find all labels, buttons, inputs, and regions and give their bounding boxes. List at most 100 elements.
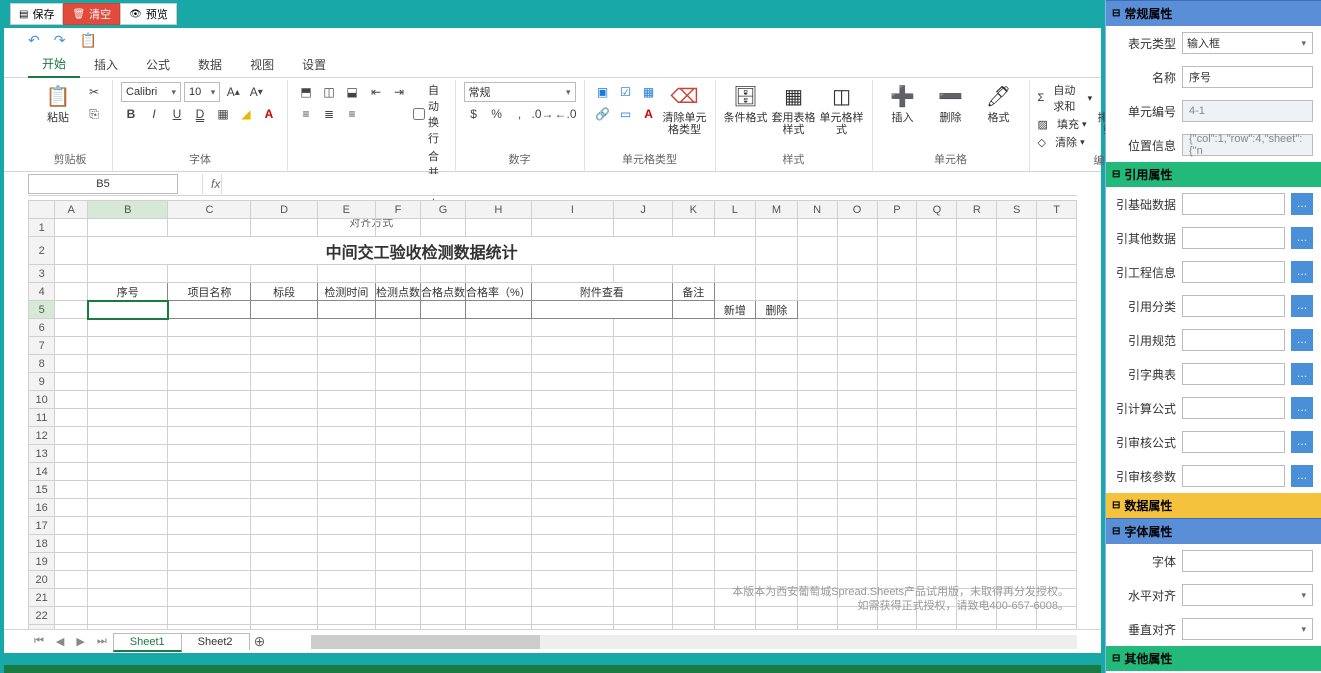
cell[interactable] — [420, 337, 465, 355]
cell[interactable] — [917, 319, 957, 337]
cell[interactable] — [251, 625, 317, 630]
cell[interactable] — [837, 607, 877, 625]
cell[interactable] — [317, 427, 375, 445]
cell[interactable] — [756, 463, 798, 481]
cell[interactable] — [837, 265, 877, 283]
cell[interactable] — [957, 445, 997, 463]
align-middle-button[interactable]: ◫ — [319, 82, 339, 102]
cell[interactable] — [55, 427, 88, 445]
col-header-D[interactable]: D — [251, 201, 317, 219]
celltype-d-icon[interactable]: 🔗 — [593, 104, 613, 124]
cell[interactable] — [714, 391, 756, 409]
col-header-C[interactable]: C — [168, 201, 251, 219]
cell[interactable] — [531, 481, 613, 499]
cell[interactable] — [251, 553, 317, 571]
col-header-N[interactable]: N — [797, 201, 837, 219]
cell[interactable] — [55, 553, 88, 571]
cell[interactable] — [251, 373, 317, 391]
cell[interactable] — [168, 481, 251, 499]
cell[interactable] — [317, 607, 375, 625]
cell[interactable] — [375, 391, 420, 409]
cell[interactable] — [957, 499, 997, 517]
cell[interactable] — [957, 373, 997, 391]
cell[interactable] — [756, 219, 798, 237]
cond-format-button[interactable]: 🗄条件格式 — [724, 82, 768, 124]
ref-browse-6[interactable]: … — [1291, 397, 1313, 419]
sheet-nav-first[interactable]: ⏮ — [28, 635, 50, 648]
celltype-c-icon[interactable]: ▦ — [639, 82, 659, 102]
delete-row-button[interactable]: 删除 — [756, 301, 798, 319]
cell[interactable] — [88, 319, 168, 337]
ribbon-tab-2[interactable]: 公式 — [132, 52, 184, 77]
cell[interactable] — [251, 319, 317, 337]
cell[interactable] — [917, 517, 957, 535]
cell[interactable] — [877, 517, 917, 535]
cell[interactable] — [168, 571, 251, 589]
cell[interactable] — [420, 409, 465, 427]
cell[interactable] — [673, 319, 715, 337]
ribbon-tab-3[interactable]: 数据 — [184, 52, 236, 77]
ref-browse-3[interactable]: … — [1291, 295, 1313, 317]
cell[interactable] — [317, 219, 375, 237]
cell[interactable] — [917, 391, 957, 409]
paste-button[interactable]: 📋 粘贴 — [36, 82, 80, 124]
cell[interactable] — [957, 427, 997, 445]
cell[interactable] — [1037, 445, 1077, 463]
cell[interactable] — [837, 337, 877, 355]
grow-font-button[interactable]: A▴ — [223, 82, 243, 102]
cell[interactable] — [375, 409, 420, 427]
cell[interactable] — [375, 499, 420, 517]
cell[interactable] — [375, 427, 420, 445]
sheet-tab-0[interactable]: Sheet1 — [113, 633, 182, 652]
cell[interactable] — [997, 445, 1037, 463]
cell[interactable] — [756, 607, 798, 625]
paste-small-button[interactable]: 📋 — [79, 32, 96, 49]
cell[interactable] — [614, 445, 673, 463]
ref-input-0[interactable] — [1182, 193, 1285, 215]
cell[interactable] — [714, 409, 756, 427]
cell[interactable] — [88, 355, 168, 373]
border-button[interactable]: ▦ — [213, 104, 233, 124]
cell[interactable] — [614, 391, 673, 409]
cell[interactable] — [375, 463, 420, 481]
col-header-L[interactable]: L — [714, 201, 756, 219]
cell[interactable] — [251, 355, 317, 373]
cell[interactable] — [877, 391, 917, 409]
cell[interactable] — [837, 625, 877, 630]
cell[interactable] — [837, 463, 877, 481]
row-header-3[interactable]: 3 — [29, 265, 55, 283]
cell[interactable] — [877, 265, 917, 283]
cell[interactable] — [614, 337, 673, 355]
cell[interactable] — [997, 517, 1037, 535]
cell[interactable] — [531, 409, 613, 427]
cell[interactable] — [917, 535, 957, 553]
cell[interactable] — [714, 553, 756, 571]
cell[interactable] — [673, 219, 715, 237]
cell[interactable] — [55, 445, 88, 463]
cell[interactable] — [837, 409, 877, 427]
dbl-underline-button[interactable]: D — [190, 104, 210, 124]
section-font[interactable]: 字体属性 — [1106, 518, 1321, 544]
celltype-f-icon[interactable]: A — [639, 104, 659, 124]
cell[interactable] — [375, 337, 420, 355]
cell[interactable] — [837, 373, 877, 391]
cell[interactable] — [531, 553, 613, 571]
cell[interactable] — [317, 391, 375, 409]
cell[interactable] — [797, 265, 837, 283]
cell[interactable] — [251, 409, 317, 427]
cell[interactable] — [714, 535, 756, 553]
currency-button[interactable]: $ — [464, 104, 484, 124]
cell[interactable] — [375, 589, 420, 607]
cell[interactable] — [997, 625, 1037, 630]
cell[interactable] — [917, 625, 957, 630]
cell[interactable] — [1037, 355, 1077, 373]
italic-button[interactable]: I — [144, 104, 164, 124]
cell[interactable] — [531, 337, 613, 355]
col-header-I[interactable]: I — [531, 201, 613, 219]
cell[interactable] — [420, 463, 465, 481]
row-header-11[interactable]: 11 — [29, 409, 55, 427]
cell[interactable] — [55, 463, 88, 481]
cell[interactable] — [917, 499, 957, 517]
cell[interactable] — [714, 607, 756, 625]
format-cells-button[interactable]: 🖊格式 — [977, 82, 1021, 124]
